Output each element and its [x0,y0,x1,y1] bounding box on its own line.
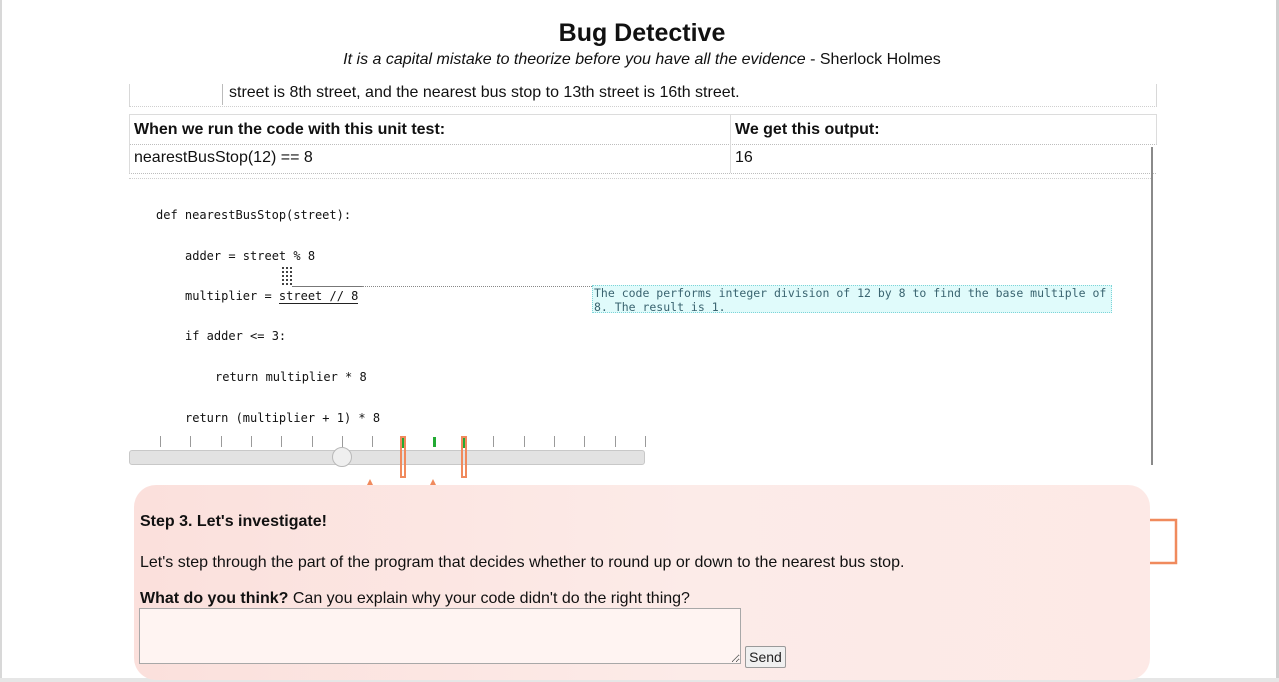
execution-timeline [129,436,649,478]
code-line: if adder <= 3: [185,329,287,343]
code-line: return multiplier * 8 [215,370,367,384]
code-line: adder = street % 8 [185,249,316,263]
problem-description-text: street is 8th street, and the nearest bu… [222,84,740,105]
timeline-step-tick[interactable] [220,436,222,447]
step-description: Let's step through the part of the progr… [140,554,905,571]
timeline-slider-thumb[interactable] [331,447,352,467]
timeline-step-tick[interactable] [553,436,555,447]
explanation-tooltip: The code performs integer division of 12… [592,285,1112,313]
unit-test-call: nearestBusStop(12) == 8 [134,149,313,166]
quote-author: - Sherlock Holmes [805,51,941,68]
timeline-step-tick[interactable] [614,436,616,447]
scrollbar[interactable] [1151,147,1153,465]
problem-description-panel: street is 8th street, and the nearest bu… [129,84,1157,107]
unit-test-output: 16 [730,143,1155,173]
page-title: Bug Detective [558,19,726,47]
timeline-step-tick[interactable] [311,436,313,447]
timeline-step-tick[interactable] [372,436,374,447]
timeline-step-tick[interactable] [341,436,343,447]
timeline-step-marker[interactable] [400,436,407,478]
code-line-text: multiplier = [185,289,279,303]
question-text: Can you explain why your code didn't do … [288,590,690,607]
window-edge-left [0,0,2,682]
code-line: def nearestBusStop(street): [156,208,352,222]
page-header: Bug Detective It is a capital mistake to… [0,17,1279,71]
timeline-step-marker[interactable] [461,436,467,478]
output-column-header: We get this output: [730,115,1155,144]
timeline-slider-track[interactable] [129,450,645,465]
code-line-current: multiplier = street // 8 [185,288,359,304]
connector-dotted-line [362,286,594,287]
code-line: return (multiplier + 1) * 8 [185,411,381,425]
timeline-step-tick[interactable] [644,436,646,447]
unit-test-column-header: When we run the code with this unit test… [134,120,446,138]
question-prompt: What do you think? [140,590,289,607]
page-subtitle: It is a capital mistake to theorize befo… [5,49,1279,71]
timeline-step-tick[interactable] [493,436,495,447]
timeline-step-tick[interactable] [432,437,436,447]
timeline-step-tick[interactable] [523,436,525,447]
highlighted-expression[interactable]: street // 8 [278,289,359,304]
timeline-step-tick[interactable] [584,436,586,447]
send-button[interactable]: Send [745,646,786,668]
timeline-step-tick[interactable] [160,436,161,447]
unit-test-header-row: When we run the code with this unit test… [129,114,1157,145]
connector-line [292,286,362,287]
timeline-step-tick[interactable] [190,436,192,447]
answer-input[interactable] [139,608,741,664]
unit-test-row: nearestBusStop(12) == 8 16 [129,143,1156,174]
timeline-step-tick[interactable] [281,436,283,447]
quote-text: It is a capital mistake to theorize befo… [343,51,806,68]
step-question: What do you think? Can you explain why y… [140,590,690,608]
timeline-step-tick[interactable] [250,436,252,447]
step-title: Step 3. Let's investigate! [140,513,327,530]
cursor-indicator [281,266,292,286]
